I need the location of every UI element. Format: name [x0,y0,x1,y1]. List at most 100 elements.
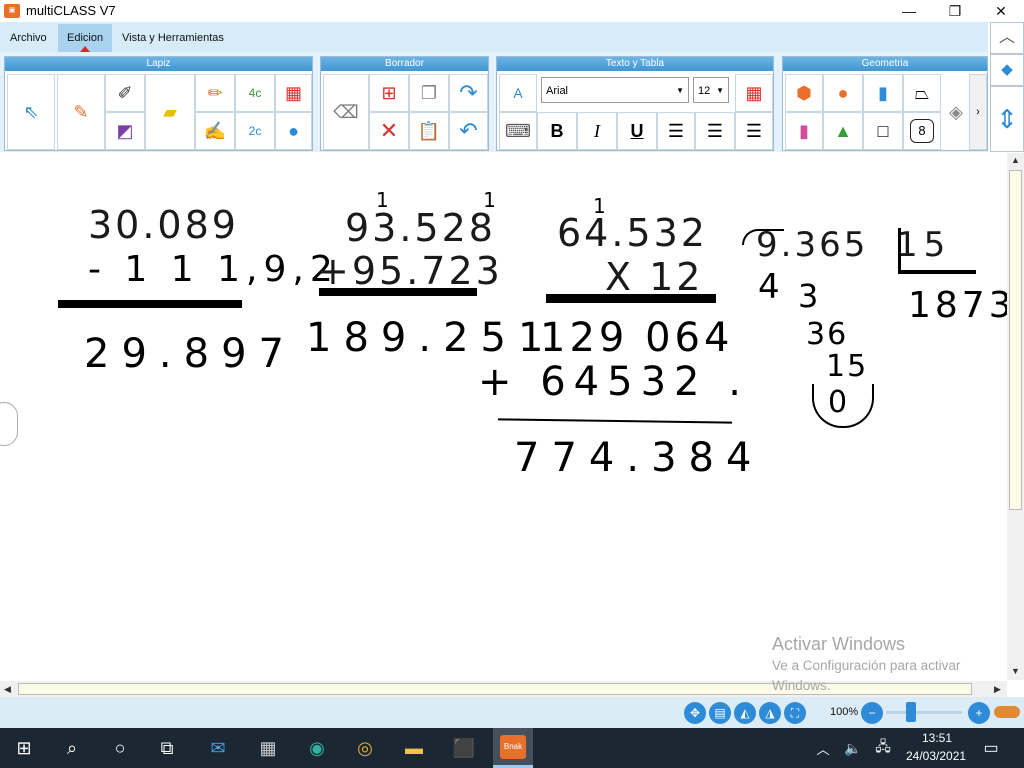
pdf-reader-icon[interactable]: ⬛ [449,734,479,762]
magic-pen-icon[interactable]: ✐ [105,74,145,112]
keyboard-icon[interactable]: ⌨ [499,112,537,150]
font-family-select[interactable]: Arial ▼ [541,77,689,103]
problem3-bottom: X 12 [605,255,704,299]
fill-color-icon[interactable]: ● [275,112,312,150]
menu-vista-herramientas[interactable]: Vista y Herramientas [122,32,224,44]
maximize-button[interactable]: ❐ [932,0,978,22]
menu-archivo[interactable]: Archivo [10,32,47,44]
collapse-ribbon-button[interactable]: ︿ [990,22,1024,54]
align-right-icon[interactable]: ☰ [735,112,773,150]
chrome-browser-icon[interactable]: ◎ [350,734,380,762]
tray-chevron-icon[interactable]: ︿ [808,734,838,762]
network-icon[interactable]: 🖧 [868,734,898,762]
align-center-icon[interactable]: ☰ [695,112,735,150]
ribbon-more-button[interactable]: › [969,74,987,150]
shapes-panel-icon[interactable]: ◆ [990,54,1024,86]
octagon-label: 8 [910,119,934,143]
volume-icon[interactable]: 🔈 [838,734,868,762]
pen-tool-icon[interactable]: ✎ [57,74,105,150]
italic-button[interactable]: I [577,112,617,150]
group-geometria: Geometria ⬢ ● ▮ ⏢ ▮ ▲ □ 8 ◈ › [782,56,988,151]
pen-status-icon[interactable] [994,706,1020,718]
font-size-select[interactable]: 12 ▼ [693,77,729,103]
problem4-step-36: 36 [806,317,849,352]
fullscreen-icon[interactable]: ⛶ [784,702,806,724]
redo-icon[interactable]: ↷ [449,74,488,112]
paste-icon[interactable]: 📋 [409,112,449,150]
spotlight-icon[interactable]: ◭ [734,702,756,724]
copy-icon[interactable]: ❐ [409,74,449,112]
vertical-arrows-icon[interactable]: ⇕ [990,86,1024,152]
cortana-icon[interactable]: ○ [105,734,135,762]
group-geometria-title: Geometria [783,57,987,71]
chevron-down-icon: ▼ [676,86,684,95]
scroll-down-arrow-icon[interactable]: ▼ [1011,666,1020,676]
group-texto-tabla-title: Texto y Tabla [497,57,773,71]
scroll-right-arrow-icon[interactable]: ▶ [994,684,1001,695]
vertical-scroll-thumb[interactable] [1009,170,1022,510]
problem4-quotient: 1873 [908,285,1016,326]
multiclass-taskbar-icon[interactable]: Bnak [500,735,526,759]
problem3-partial1: 129 064 [540,315,734,361]
prism-icon[interactable]: ▮ [863,74,903,112]
text-color-icon[interactable]: ▦ [735,74,773,112]
activation-watermark-text-2: Windows. [772,678,831,693]
group-borrador-title: Borrador [321,57,488,71]
eraser-icon[interactable]: ⌫ [323,74,369,150]
sphere-icon[interactable]: ● [823,74,863,112]
problem4-step-3: 3 [798,277,831,315]
clock-date[interactable]: 24/03/2021 [906,749,966,763]
text-box-icon[interactable]: A [499,74,537,112]
search-icon[interactable]: ⌕ [57,734,87,762]
reveal-icon[interactable]: ◮ [759,702,781,724]
notifications-icon[interactable]: ▭ [976,734,1006,762]
side-panel-handle[interactable] [0,402,18,446]
4c-pen-icon[interactable]: 4c [235,74,275,112]
trapezoid-icon[interactable]: ⏢ [903,74,941,112]
problem2-result: 189.251 [306,315,556,361]
cylinder-icon[interactable]: ▮ [785,112,823,150]
underline-button[interactable]: U [617,112,657,150]
group-lapiz-title: Lapiz [5,57,312,71]
task-view-icon[interactable]: ⧉ [152,734,182,762]
scroll-up-arrow-icon[interactable]: ▲ [1011,155,1020,165]
select-pointer-icon[interactable]: ⇖ [7,74,55,150]
zoom-in-button[interactable]: + [968,702,990,724]
highlighter-icon[interactable]: ▰ [145,74,195,150]
windows-start-icon[interactable]: ⊞ [9,734,39,762]
division-vertical-line [898,228,901,274]
file-explorer-icon[interactable]: ▬ [399,734,429,762]
cube-icon[interactable]: ⬢ [785,74,823,112]
close-button[interactable]: ✕ [978,0,1024,22]
minimize-button[interactable]: — [886,0,932,22]
edge-browser-icon[interactable]: ◉ [302,734,332,762]
activation-watermark-title: Activar Windows [772,634,906,654]
menu-edicion[interactable]: Edicion [67,32,103,44]
zoom-out-button[interactable]: − [861,702,883,724]
zoom-slider-thumb[interactable] [906,702,916,722]
page-view-icon[interactable]: ▤ [709,702,731,724]
crayon-icon[interactable]: ✏ [195,74,235,112]
scroll-left-arrow-icon[interactable]: ◀ [4,684,11,695]
problem1-sum-line [58,300,242,308]
2c-pen-icon[interactable]: 2c [235,112,275,150]
square-icon[interactable]: □ [863,112,903,150]
clock-time[interactable]: 13:51 [922,731,952,745]
mail-icon[interactable]: ✉ [203,734,233,762]
font-size-value: 12 [698,85,711,97]
color-palette-icon[interactable]: ▦ [275,74,312,112]
activation-watermark-text: Ve a Configuración para activar [772,658,961,673]
cone-icon[interactable]: ▲ [823,112,863,150]
zoom-slider-track[interactable] [886,711,962,714]
bold-button[interactable]: B [537,112,577,150]
move-view-icon[interactable]: ✥ [684,702,706,724]
calculator-icon[interactable]: ▦ [253,734,283,762]
shape-fill-icon[interactable]: ◩ [105,112,145,150]
undo-icon[interactable]: ↶ [449,112,488,150]
align-left-icon[interactable]: ☰ [657,112,695,150]
octagon-tool[interactable]: 8 [903,112,941,150]
delete-icon[interactable]: ✕ [369,112,409,150]
add-page-icon[interactable]: ⊞ [369,74,409,112]
text-pen-icon[interactable]: ✍ [195,112,235,150]
measure-tool-icon[interactable]: ◈ [943,74,969,150]
